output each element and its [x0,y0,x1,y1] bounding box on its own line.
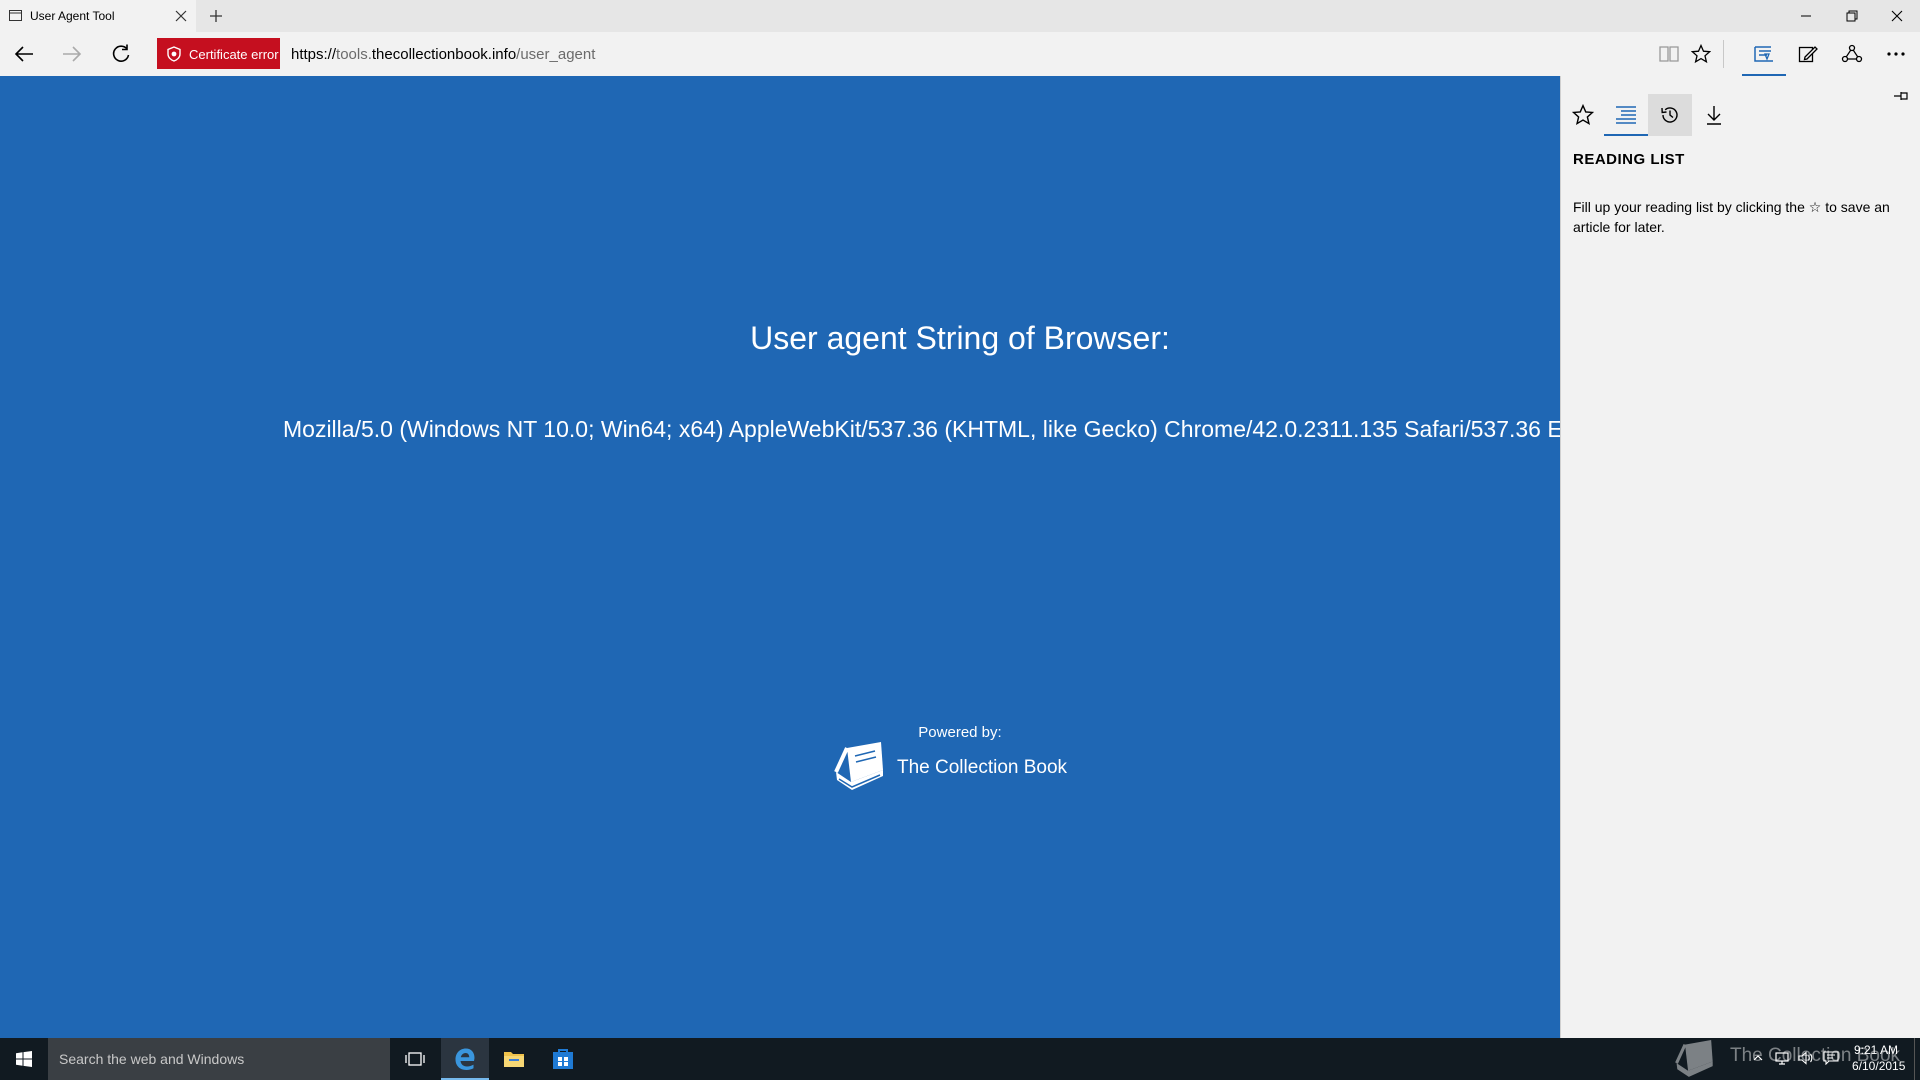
share-icon[interactable] [1840,42,1864,66]
favorite-star-icon[interactable] [1689,42,1713,66]
reading-list-icon[interactable] [1604,94,1648,136]
tab-strip: User Agent Tool [0,0,1920,32]
file-explorer-icon[interactable] [490,1038,538,1080]
url-path: /user_agent [516,46,596,63]
certificate-error-label: Certificate error [189,47,279,62]
notifications-icon[interactable] [1823,1051,1839,1065]
taskbar: Search the web and Windows The Collectio… [0,1038,1920,1080]
url-subdomain: tools. [336,46,372,63]
minimize-icon[interactable] [1783,0,1829,32]
close-window-icon[interactable] [1874,0,1920,32]
favorites-icon[interactable] [1561,94,1605,136]
navigation-bar: Certificate error https://tools.thecolle… [0,32,1920,76]
new-tab-icon[interactable] [208,8,224,24]
reading-list-empty-message: Fill up your reading list by clicking th… [1573,199,1890,235]
certificate-error-button[interactable]: Certificate error [157,38,280,69]
web-page: User agent String of Browser: Mozilla/5.… [0,76,1560,1038]
edge-icon[interactable] [441,1038,489,1080]
hub-icon[interactable] [1752,42,1776,66]
address-field[interactable]: https://tools.thecollectionbook.info/use… [291,46,595,63]
reading-list-active-indicator [1604,134,1648,136]
task-view-icon[interactable] [391,1038,439,1080]
forward-icon[interactable] [60,42,84,66]
more-icon[interactable] [1884,42,1908,66]
watermark-book-icon [1668,1040,1722,1080]
active-tab[interactable]: User Agent Tool [0,0,196,32]
page-icon [9,10,22,21]
powered-by-label: Powered by: [918,724,1002,741]
back-icon[interactable] [12,42,36,66]
url-scheme: https:// [291,46,337,63]
web-note-icon[interactable] [1796,42,1820,66]
restore-icon[interactable] [1829,0,1875,32]
show-desktop-button[interactable] [1914,1038,1915,1080]
page-title: User agent String of Browser: [750,320,1170,356]
search-placeholder: Search the web and Windows [59,1051,245,1067]
store-icon[interactable] [539,1038,587,1080]
refresh-icon[interactable] [109,42,133,66]
book-logo-icon [833,742,887,794]
history-icon[interactable] [1648,94,1692,136]
hub-title: READING LIST [1573,151,1685,168]
url-domain: thecollectionbook.info [371,46,517,63]
reading-view-icon[interactable] [1657,42,1681,66]
clock-time[interactable]: 9:21 AM [1854,1043,1898,1057]
pin-icon[interactable] [1893,90,1909,102]
taskbar-search-box[interactable]: Search the web and Windows [48,1038,390,1080]
shield-icon [166,46,182,62]
tab-title: User Agent Tool [30,9,115,23]
windows-start-icon[interactable] [0,1038,48,1080]
network-icon[interactable] [1774,1051,1790,1065]
downloads-icon[interactable] [1692,94,1736,136]
hub-panel: READING LIST Fill up your reading list b… [1560,76,1920,1038]
clock-date[interactable]: 6/10/2015 [1852,1059,1905,1073]
chevron-up-icon[interactable] [1752,1051,1764,1065]
close-tab-icon[interactable] [174,9,188,23]
toolbar-separator [1723,40,1724,68]
brand-name[interactable]: The Collection Book [897,757,1067,779]
user-agent-string: Mozilla/5.0 (Windows NT 10.0; Win64; x64… [283,416,1560,442]
volume-icon[interactable] [1798,1051,1814,1065]
